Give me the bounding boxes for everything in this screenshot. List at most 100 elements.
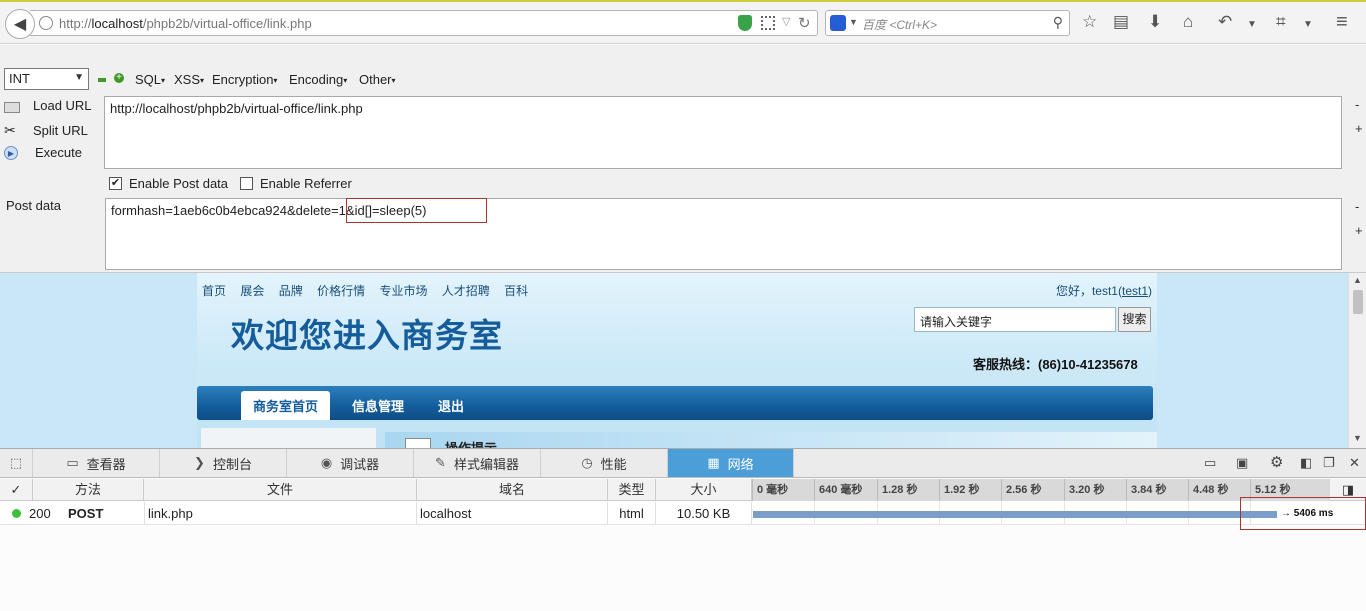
enable-referrer-checkbox[interactable]: Enable Referrer [240,176,352,191]
top-link-home[interactable]: 首页 [202,284,226,298]
checkmark-icon[interactable]: ✔ [109,177,122,190]
table-row[interactable]: 200 POST link.php localhost html 10.50 K… [0,502,1366,525]
tab-logout[interactable]: 退出 [438,396,464,415]
plus-icon[interactable]: + [114,73,124,83]
referrer-box[interactable] [240,177,253,190]
menu-sql[interactable]: SQL▾ [135,72,165,87]
status-dot-icon [12,509,21,518]
execute-button[interactable]: ▶ Execute [4,145,82,160]
top-link-jobs[interactable]: 人才招聘 [442,284,490,298]
scroll-down-icon[interactable]: ▼ [1353,433,1362,443]
network-icon: ▦ [707,455,720,470]
picker-icon: ⬚ [9,455,23,470]
download-icon[interactable]: ⬇ [1148,12,1162,32]
search-icon[interactable]: ⚲ [1053,14,1063,31]
top-link-expo[interactable]: 展会 [240,284,264,298]
col-type[interactable]: 类型 [608,479,656,501]
service-hotline: 客服热线：(86)10-41235678 [973,357,1138,372]
search-engine-dropdown-icon[interactable]: ▼ [849,17,858,27]
menu-encryption[interactable]: Encryption▾ [212,72,277,87]
back-button[interactable]: ◀ [5,9,35,39]
top-link-market[interactable]: 专业市场 [379,284,427,298]
load-url-button[interactable]: Load URL [4,98,92,113]
crop-dropdown-icon[interactable]: ▼ [1303,15,1313,35]
tick-label: 1.92 秒 [939,479,979,501]
scroll-up-icon[interactable]: ▲ [1353,275,1362,285]
timeline-toggle-icon: ◨ [1341,482,1355,497]
chevron-down-icon: ▼ [74,72,84,83]
play-icon: ▶ [4,145,18,160]
page-title: 欢迎您进入商务室 [231,316,503,355]
split-console-icon[interactable]: ▭ [1204,455,1216,471]
baidu-paw-icon[interactable]: 🐾 [830,15,846,31]
tab-style-editor[interactable]: ✎ 样式编辑器 [414,449,541,477]
type-select[interactable]: INT ▼ [4,68,89,90]
web-page: 首页 展会 品牌 价格行情 专业市场 人才招聘 百科 您好，test1(test… [0,273,1348,448]
tip-panel: 操作提示 [385,432,1157,448]
col-size[interactable]: 大小 [656,479,752,501]
keyword-search-button[interactable]: 搜索 [1118,307,1151,332]
url-dropdown-icon[interactable]: ▽ [782,15,790,28]
tab-performance[interactable]: ◷ 性能 [541,449,668,477]
request-table-header: ✓ 方法 文件 域名 类型 大小 0 毫秒 640 毫秒 1.28 秒 1.92… [0,479,1366,501]
menu-other[interactable]: Other▾ [359,72,396,87]
tab-debugger[interactable]: ◉ 调试器 [287,449,414,477]
globe-icon [39,16,53,30]
enable-post-checkbox[interactable]: ✔ Enable Post data [109,176,228,191]
url-text[interactable]: http://localhost/phpb2b/virtual-office/l… [59,16,312,31]
responsive-icon[interactable]: ▣ [1236,455,1248,471]
tab-console[interactable]: ❯ 控制台 [160,449,287,477]
tip-icon [405,438,431,448]
menu-encoding[interactable]: Encoding▾ [289,72,347,87]
minus-icon[interactable] [98,78,106,82]
row-domain: localhost [417,502,608,525]
col-method[interactable]: 方法 [33,479,144,501]
load-url-icon [4,101,20,113]
undo-dropdown-icon[interactable]: ▼ [1247,15,1257,35]
user-link[interactable]: test1 [1122,284,1148,298]
top-link-wiki[interactable]: 百科 [504,284,528,298]
post-data-label: Post data [6,198,61,213]
col-file[interactable]: 文件 [144,479,417,501]
main-nav: 商务室首页 信息管理 退出 [197,386,1153,420]
settings-gear-icon[interactable]: ⚙ [1270,453,1283,471]
top-link-price[interactable]: 价格行情 [317,284,365,298]
reading-list-icon[interactable]: ▤ [1113,12,1129,32]
url-bar[interactable]: http://localhost/phpb2b/virtual-office/l… [30,10,818,36]
bookmark-star-icon[interactable]: ☆ [1082,12,1097,32]
post-shrink-button[interactable]: - [1355,199,1359,214]
tab-office-home[interactable]: 商务室首页 [241,391,330,420]
close-devtools-icon[interactable]: ✕ [1349,455,1360,471]
page-scrollbar[interactable]: ▲ ▼ [1348,273,1366,448]
menu-xss[interactable]: XSS▾ [174,72,204,87]
col-status[interactable]: ✓ [0,479,33,501]
tick-label: 2.56 秒 [1001,479,1041,501]
home-icon[interactable]: ⌂ [1183,12,1193,32]
dock-side-icon[interactable]: ◧ [1300,455,1312,471]
tab-info-manage[interactable]: 信息管理 [352,396,404,415]
undo-icon[interactable]: ↶ [1218,12,1232,32]
search-bar[interactable]: 🐾 ▼ 百度 <Ctrl+K> ⚲ [825,10,1070,36]
reload-icon[interactable]: ↻ [798,14,811,32]
top-link-brand[interactable]: 品牌 [279,284,303,298]
search-placeholder: 百度 <Ctrl+K> [862,18,938,32]
menu-icon[interactable]: ≡ [1336,12,1348,32]
tick-label: 3.84 秒 [1126,479,1166,501]
element-picker-button[interactable]: ⬚ [0,449,33,477]
scroll-thumb[interactable] [1353,290,1363,314]
col-domain[interactable]: 域名 [417,479,608,501]
split-url-button[interactable]: ✂ Split URL [4,122,88,138]
url-shrink-button[interactable]: - [1355,97,1359,112]
tab-network[interactable]: ▦ 网络 [668,449,794,477]
duration-highlight [1240,497,1366,530]
tab-inspector[interactable]: ▭ 查看器 [33,449,160,477]
url-grow-button[interactable]: + [1355,121,1363,136]
dock-window-icon[interactable]: ❐ [1323,455,1335,471]
shield-icon[interactable] [738,15,752,31]
crop-icon[interactable]: ⌗ [1276,12,1286,32]
url-textarea[interactable]: http://localhost/phpb2b/virtual-office/l… [104,96,1342,169]
qr-code-icon[interactable] [761,16,775,30]
post-data-textarea[interactable]: formhash=1aeb6c0b4ebca924&delete=1&id[]=… [105,198,1342,270]
post-grow-button[interactable]: + [1355,223,1363,238]
keyword-search-input[interactable]: 请输入关键字 [914,307,1116,332]
